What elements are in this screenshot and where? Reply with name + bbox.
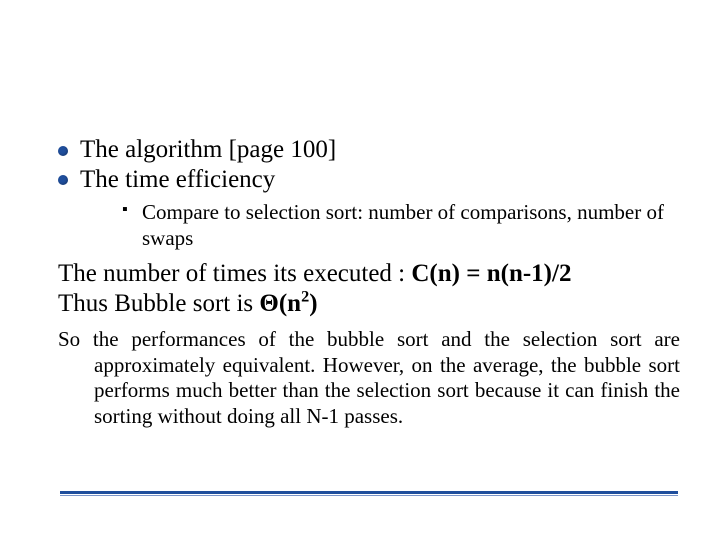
conclusion-line-2: Thus Bubble sort is Θ(n2) xyxy=(58,289,680,319)
conclusion-line-1: The number of times its executed : C(n) … xyxy=(58,259,680,289)
bullet-text: The algorithm [page 100] xyxy=(80,136,336,163)
footer-rule xyxy=(60,491,678,496)
performance-paragraph: So the performances of the bubble sort a… xyxy=(58,327,680,429)
top-bullet-list: The algorithm [page 100] The time effici… xyxy=(58,135,680,251)
theta-exp: 2 xyxy=(301,288,309,306)
exec-formula: C(n) = n(n-1)/2 xyxy=(411,260,571,287)
thus-prefix: Thus Bubble sort is xyxy=(58,290,259,317)
theta-open: Θ(n xyxy=(259,290,301,317)
theta-notation: Θ(n2) xyxy=(259,290,317,317)
conclusion-block: The number of times its executed : C(n) … xyxy=(58,259,680,319)
exec-prefix: The number of times its executed : xyxy=(58,260,411,287)
bullet-text: The time efficiency xyxy=(80,166,275,193)
bullet-time-efficiency: The time efficiency Compare to selection… xyxy=(58,165,680,252)
sub-bullet-list: Compare to selection sort: number of com… xyxy=(80,200,680,251)
theta-close: ) xyxy=(309,290,317,317)
sub-bullet-text: Compare to selection sort: number of com… xyxy=(142,200,664,250)
slide-content: The algorithm [page 100] The time effici… xyxy=(0,135,720,430)
slide: The algorithm [page 100] The time effici… xyxy=(0,0,720,540)
sub-bullet-compare: Compare to selection sort: number of com… xyxy=(122,200,680,251)
bullet-algorithm: The algorithm [page 100] xyxy=(58,135,680,165)
